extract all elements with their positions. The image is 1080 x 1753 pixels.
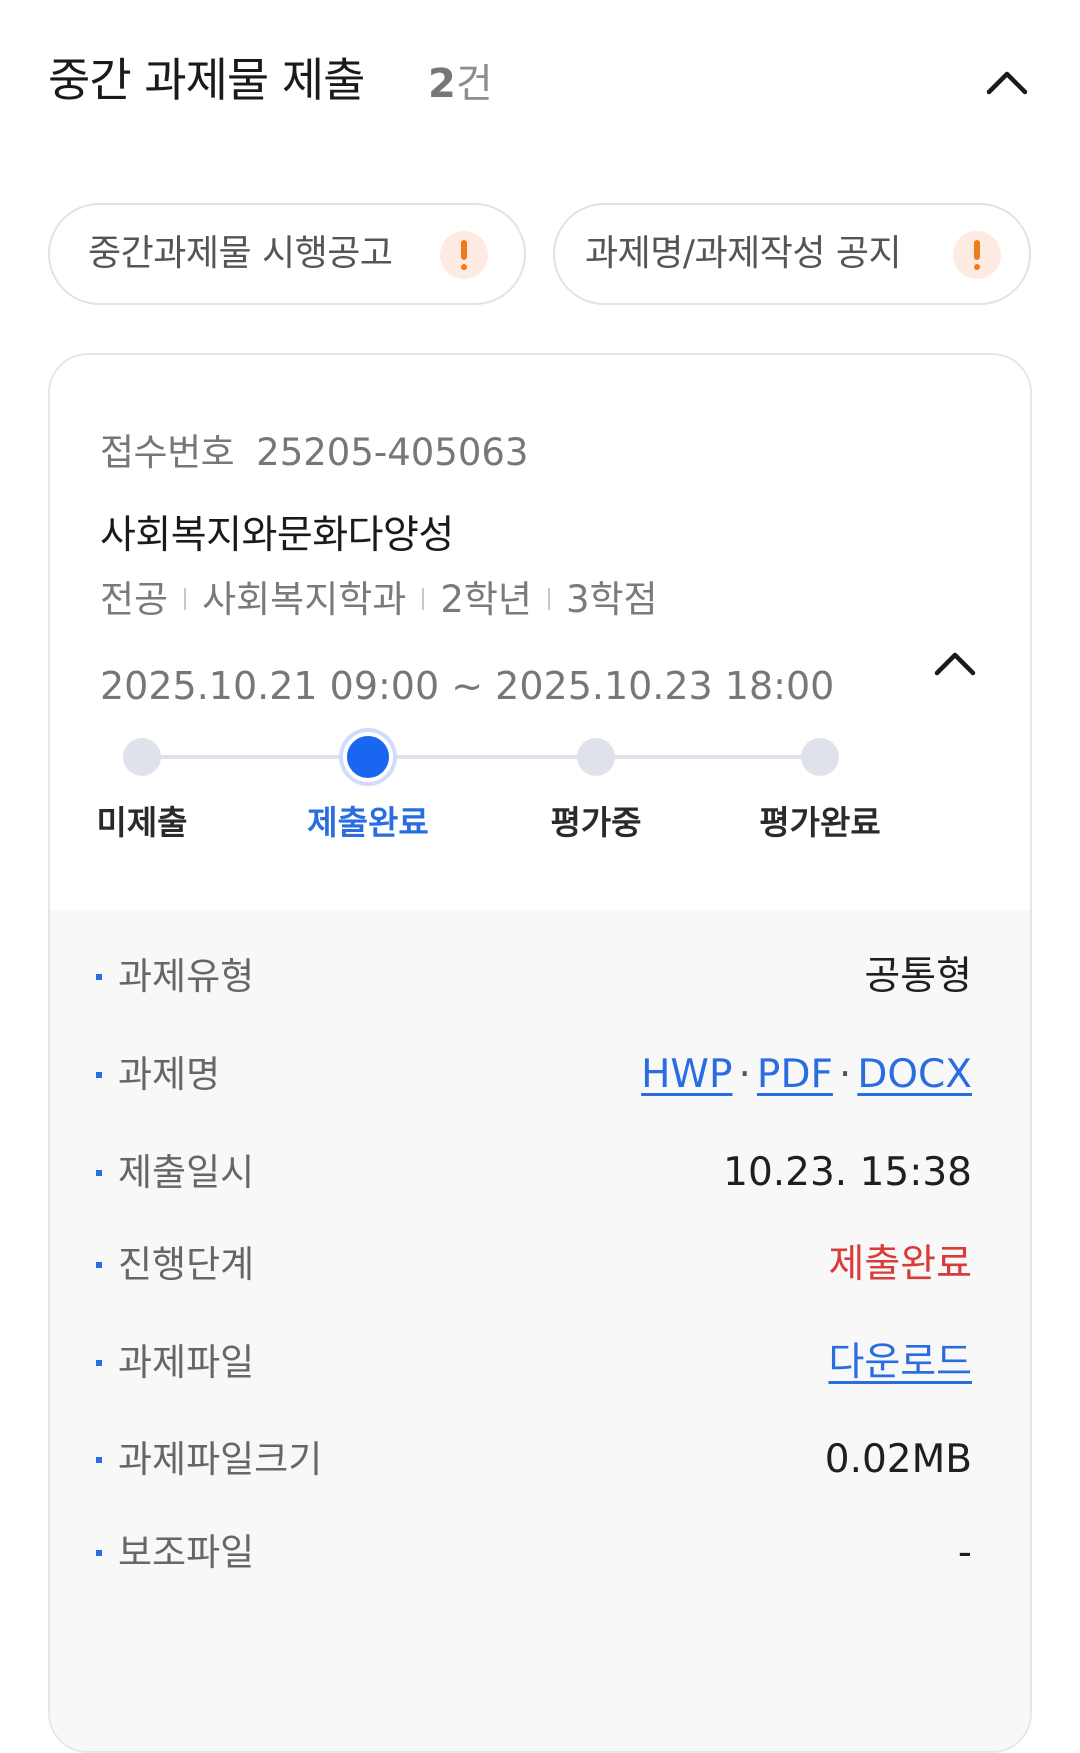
detail-value: 10.23. 15:38 bbox=[723, 1150, 972, 1195]
hwp-download-link[interactable]: HWP bbox=[641, 1052, 732, 1097]
progress-stepper: 미제출 제출완료 평가중 평가완료 bbox=[50, 732, 1030, 855]
detail-label: 제출일시 bbox=[118, 1151, 255, 1194]
step-connector bbox=[391, 755, 577, 759]
detail-row-submitted-at: 제출일시 10.23. 15:38 bbox=[96, 1143, 986, 1203]
count-unit: 건 bbox=[455, 61, 493, 107]
detail-label: 진행단계 bbox=[118, 1243, 255, 1286]
course-title: 사회복지와문화다양성 bbox=[100, 513, 454, 558]
notice-button-assignment-guide[interactable]: 과제명/과제작성 공지 bbox=[553, 203, 1031, 305]
alert-icon bbox=[953, 231, 1001, 279]
bullet-icon bbox=[96, 1170, 102, 1176]
step-connector bbox=[161, 755, 343, 759]
detail-value: 0.02MB bbox=[824, 1437, 972, 1482]
detail-label: 보조파일 bbox=[118, 1531, 255, 1574]
notice-label: 과제명/과제작성 공지 bbox=[585, 233, 902, 274]
step-label-evaluated: 평가완료 bbox=[759, 803, 881, 842]
detail-row-stage: 진행단계 제출완료 bbox=[96, 1235, 986, 1295]
detail-value: 공통형 bbox=[864, 954, 972, 999]
meta-department: 사회복지학과 bbox=[202, 578, 407, 621]
meta-divider bbox=[547, 588, 550, 610]
bullet-icon bbox=[96, 1550, 102, 1556]
format-separator: · bbox=[838, 1052, 852, 1097]
detail-value: - bbox=[957, 1530, 972, 1575]
receipt-info: 접수번호 25205-405063 bbox=[100, 429, 528, 477]
assignment-card: 접수번호 25205-405063 사회복지와문화다양성 전공 사회복지학과 2학년 3… bbox=[48, 353, 1032, 1753]
bullet-icon bbox=[96, 1072, 102, 1078]
alert-icon bbox=[440, 231, 488, 279]
section-header: 중간 과제물 제출 2건 bbox=[48, 50, 1032, 120]
meta-category: 전공 bbox=[100, 578, 169, 621]
format-separator: · bbox=[738, 1052, 751, 1097]
receipt-number: 25205-405063 bbox=[256, 431, 529, 474]
step-label-evaluating: 평가중 bbox=[550, 803, 642, 842]
detail-row-file: 과제파일 다운로드 bbox=[96, 1333, 986, 1393]
notice-label: 중간과제물 시행공고 bbox=[88, 233, 393, 274]
assignment-details: 과제유형 공통형 과제명 HWP · PDF · DOCX 제출일시 10.23. 15… bbox=[50, 910, 1030, 1751]
detail-label: 과제파일크기 bbox=[118, 1438, 323, 1481]
step-dot-not-submitted bbox=[123, 738, 161, 776]
meta-grade: 2학년 bbox=[440, 578, 532, 621]
step-dot-submitted bbox=[343, 732, 393, 782]
meta-divider bbox=[422, 588, 425, 610]
detail-value: HWP · PDF · DOCX bbox=[641, 1049, 972, 1101]
step-dot-evaluated bbox=[801, 738, 839, 776]
bullet-icon bbox=[96, 1262, 102, 1268]
docx-download-link[interactable]: DOCX bbox=[857, 1052, 972, 1097]
meta-credits: 3학점 bbox=[565, 578, 658, 621]
bullet-icon bbox=[96, 1457, 102, 1463]
detail-label: 과제파일 bbox=[118, 1341, 255, 1384]
notice-button-midterm-announcement[interactable]: 중간과제물 시행공고 bbox=[48, 203, 526, 305]
step-label-not-submitted: 미제출 bbox=[96, 803, 188, 842]
section-collapse-button[interactable] bbox=[982, 56, 1032, 106]
count-number: 2 bbox=[428, 61, 456, 107]
detail-row-name: 과제명 HWP · PDF · DOCX bbox=[96, 1045, 986, 1105]
detail-row-file-size: 과제파일크기 0.02MB bbox=[96, 1430, 986, 1490]
meta-divider bbox=[184, 588, 187, 610]
step-dot-evaluating bbox=[577, 738, 615, 776]
file-download-link[interactable]: 다운로드 bbox=[828, 1340, 972, 1385]
step-connector bbox=[615, 755, 801, 759]
submission-period: 2025.10.21 09:00 ~ 2025.10.23 18:00 bbox=[100, 664, 835, 708]
detail-row-sub-file: 보조파일 - bbox=[96, 1523, 986, 1583]
course-meta: 전공 사회복지학과 2학년 3학점 bbox=[100, 575, 658, 625]
step-label-submitted: 제출완료 bbox=[307, 803, 429, 842]
detail-row-type: 과제유형 공통형 bbox=[96, 947, 986, 1007]
bullet-icon bbox=[96, 1360, 102, 1366]
section-count: 2건 bbox=[428, 54, 493, 114]
detail-label: 과제유형 bbox=[118, 955, 255, 998]
receipt-label: 접수번호 bbox=[100, 431, 235, 474]
card-collapse-button[interactable] bbox=[930, 637, 980, 687]
section-title: 중간 과제물 제출 bbox=[48, 53, 365, 107]
chevron-up-icon bbox=[934, 652, 976, 676]
chevron-up-icon bbox=[986, 71, 1028, 95]
detail-label: 과제명 bbox=[118, 1053, 221, 1096]
pdf-download-link[interactable]: PDF bbox=[757, 1052, 833, 1097]
bullet-icon bbox=[96, 974, 102, 980]
status-value: 제출완료 bbox=[828, 1242, 972, 1287]
detail-value: 다운로드 bbox=[828, 1337, 972, 1389]
